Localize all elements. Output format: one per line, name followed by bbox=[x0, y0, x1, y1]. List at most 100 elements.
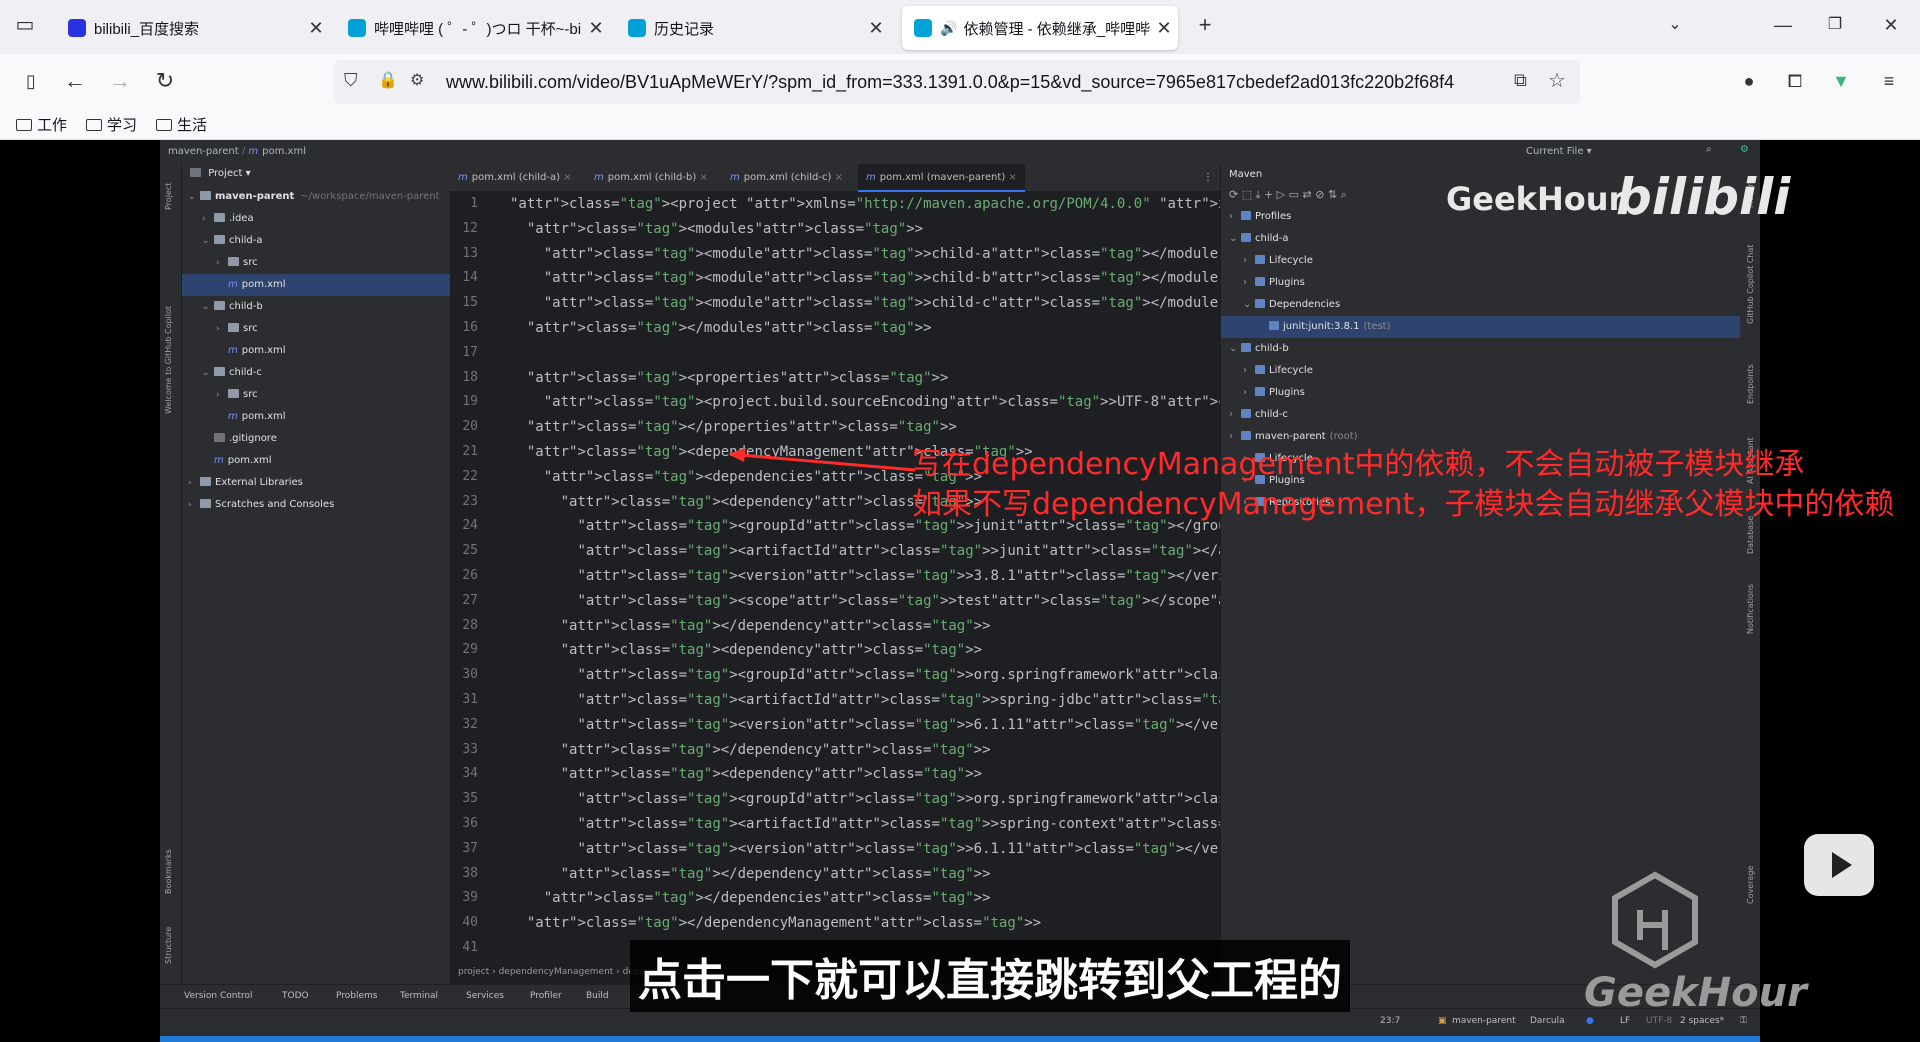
vue-devtools-icon[interactable]: ▼ bbox=[1826, 68, 1856, 94]
reload-button[interactable]: ↻ bbox=[150, 68, 180, 94]
maven-tree-item[interactable]: junit:junit:3.8.1 (test) bbox=[1221, 316, 1741, 338]
chevron-icon[interactable]: › bbox=[188, 472, 200, 494]
editor-tab-child-c[interactable]: m pom.xml (child-c) × bbox=[722, 164, 851, 192]
editor-tab-child-b[interactable]: m pom.xml (child-b) × bbox=[586, 164, 716, 192]
restore-button[interactable]: ❐ bbox=[1820, 12, 1850, 38]
status-theme[interactable]: Darcula bbox=[1530, 1016, 1565, 1026]
crumb[interactable]: project bbox=[458, 967, 489, 977]
crumb[interactable]: dependencyManagement bbox=[499, 967, 614, 977]
tab-list-chevron-icon[interactable]: ⌄ bbox=[1660, 12, 1690, 38]
maven-tree-item[interactable]: › child-c bbox=[1221, 404, 1741, 426]
shield-icon[interactable]: ⛉ bbox=[344, 70, 358, 91]
address-bar[interactable]: ⛉ 🔒 ⚙ www.bilibili.com/video/BV1uApMeWEr… bbox=[334, 60, 1580, 104]
chevron-icon[interactable]: › bbox=[1243, 272, 1255, 294]
chevron-icon[interactable]: › bbox=[216, 384, 228, 406]
chevron-icon[interactable]: ⌄ bbox=[1229, 338, 1241, 360]
bookmark-folder[interactable]: 工作 bbox=[16, 114, 67, 135]
tool-endpoints[interactable]: Endpoints bbox=[1746, 364, 1755, 404]
project-panel-title[interactable]: Project bbox=[208, 168, 242, 179]
chevron-icon[interactable]: › bbox=[216, 318, 228, 340]
close-window-button[interactable]: ✕ bbox=[1876, 12, 1906, 38]
maven-tree-item[interactable]: ⌄ Dependencies bbox=[1221, 294, 1741, 316]
profile-avatar-icon[interactable]: ● bbox=[1734, 68, 1764, 94]
tab-overview-icon[interactable]: ▭ bbox=[10, 12, 40, 38]
permissions-icon[interactable]: ⚙ bbox=[410, 70, 424, 90]
bookmark-folder[interactable]: 生活 bbox=[156, 114, 207, 135]
lock-icon[interactable]: ⚿ bbox=[1740, 1016, 1747, 1026]
chevron-icon[interactable]: ⌄ bbox=[1243, 294, 1255, 316]
tool-notifications[interactable]: Notifications bbox=[1746, 584, 1755, 634]
chevron-icon[interactable]: › bbox=[202, 208, 214, 230]
tool-todo[interactable]: TODO bbox=[282, 991, 309, 1001]
chevron-icon[interactable]: ⌄ bbox=[1229, 228, 1241, 250]
tool-copilot-chat[interactable]: GitHub Copilot Chat bbox=[1746, 244, 1755, 324]
chevron-icon[interactable]: › bbox=[1243, 382, 1255, 404]
tool-bookmarks[interactable]: Bookmarks bbox=[164, 849, 173, 894]
code-line[interactable]: "attr">class="tag"><properties"attr">cla… bbox=[510, 370, 949, 386]
settings-icon[interactable]: ⚙ bbox=[1740, 144, 1749, 155]
maven-tree-item[interactable]: ⌄ child-a bbox=[1221, 228, 1741, 250]
menu-icon[interactable]: ≡ bbox=[1874, 68, 1904, 94]
tool-build[interactable]: Build bbox=[586, 991, 609, 1001]
editor-tab-child-a[interactable]: m pom.xml (child-a) × bbox=[450, 164, 580, 192]
browser-tab-1[interactable]: 哔哩哔哩 ( ゜- ゜)つロ 干杯~-bili ✕ bbox=[336, 6, 610, 50]
code-line[interactable]: "attr">class="tag"><modules"attr">class=… bbox=[510, 221, 923, 237]
bookmark-star-icon[interactable]: ☆ bbox=[1548, 68, 1566, 93]
close-icon[interactable]: ✕ bbox=[582, 18, 610, 39]
close-icon[interactable]: ✕ bbox=[302, 18, 330, 39]
status-line-separator[interactable]: LF bbox=[1620, 1016, 1630, 1026]
maven-tree-item[interactable]: › Lifecycle bbox=[1221, 360, 1741, 382]
run-config-select[interactable]: Current File ▾ bbox=[1526, 146, 1592, 157]
code-line[interactable]: "attr">class="tag"></dependency"attr">cl… bbox=[510, 618, 991, 634]
code-line[interactable]: "attr">class="tag"></dependency"attr">cl… bbox=[510, 742, 991, 758]
sidebar-toggle-icon[interactable]: ▯ bbox=[16, 68, 46, 94]
search-icon[interactable]: ⌕ bbox=[1706, 144, 1712, 155]
code-line[interactable]: "attr">class="tag"><dependency"attr">cla… bbox=[510, 642, 983, 658]
tool-problems[interactable]: Problems bbox=[336, 991, 377, 1001]
chevron-icon[interactable]: ⌄ bbox=[188, 186, 200, 208]
chevron-icon[interactable]: › bbox=[1243, 250, 1255, 272]
tool-version-control[interactable]: Version Control bbox=[184, 991, 253, 1001]
code-line[interactable]: "attr">class="tag"></properties"attr">cl… bbox=[510, 419, 957, 435]
tool-profiler[interactable]: Profiler bbox=[530, 991, 562, 1001]
maven-tree-item[interactable]: › Plugins bbox=[1221, 382, 1741, 404]
browser-tab-2[interactable]: 历史记录 ✕ bbox=[616, 6, 890, 50]
play-button[interactable] bbox=[1804, 834, 1874, 896]
code-line[interactable]: "attr">class="tag"></dependency"attr">cl… bbox=[510, 866, 991, 882]
chevron-icon[interactable]: › bbox=[1229, 404, 1241, 426]
video-player[interactable]: maven-parent / m pom.xml Current File ▾ ⌕… bbox=[0, 140, 1920, 1042]
tool-structure[interactable]: Structure bbox=[164, 927, 173, 964]
code-line[interactable]: "attr">class="tag"></dependencyManagemen… bbox=[510, 915, 1041, 931]
status-caret-position[interactable]: 23:7 bbox=[1380, 1016, 1400, 1026]
editor-tab-maven-parent[interactable]: m pom.xml (maven-parent) × bbox=[858, 164, 1025, 192]
browser-tab-0[interactable]: bilibili_百度搜索 ✕ bbox=[56, 6, 330, 50]
url-text[interactable]: www.bilibili.com/video/BV1uApMeWErY/?spm… bbox=[446, 72, 1454, 93]
translate-icon[interactable]: ⧉ bbox=[1514, 70, 1527, 91]
status-encoding[interactable]: UTF-8 bbox=[1646, 1016, 1672, 1026]
chevron-icon[interactable]: › bbox=[1243, 360, 1255, 382]
extensions-icon[interactable]: ⧠ bbox=[1780, 68, 1810, 94]
back-button[interactable]: ← bbox=[60, 68, 90, 94]
status-module[interactable]: maven-parent bbox=[1452, 1016, 1516, 1026]
close-icon[interactable]: ✕ bbox=[1150, 18, 1178, 39]
close-icon[interactable]: ✕ bbox=[862, 18, 890, 39]
chevron-icon[interactable]: ⌄ bbox=[202, 362, 214, 384]
code-line[interactable]: "attr">class="tag"><dependency"attr">cla… bbox=[510, 766, 983, 782]
new-tab-button[interactable]: + bbox=[1190, 12, 1220, 38]
browser-tab-3[interactable]: 🔊 依赖管理 - 依赖继承_哔哩哔 ✕ bbox=[902, 6, 1178, 50]
editor-tabs-menu-icon[interactable]: ⋮ bbox=[1195, 164, 1221, 192]
tool-coverage[interactable]: Coverage bbox=[1746, 866, 1755, 904]
chevron-icon[interactable]: ⌄ bbox=[202, 230, 214, 252]
tool-terminal[interactable]: Terminal bbox=[400, 991, 438, 1001]
lock-icon[interactable]: 🔒 bbox=[378, 70, 398, 90]
minimize-button[interactable]: — bbox=[1768, 12, 1798, 38]
chevron-icon[interactable]: › bbox=[1229, 206, 1241, 228]
chevron-icon[interactable]: ⌄ bbox=[202, 296, 214, 318]
code-line[interactable]: "attr">class="tag"></dependencies"attr">… bbox=[510, 890, 991, 906]
bookmark-folder[interactable]: 学习 bbox=[86, 114, 137, 135]
chevron-icon[interactable]: › bbox=[188, 494, 200, 516]
speaker-icon[interactable]: 🔊 bbox=[940, 20, 957, 37]
forward-button[interactable]: → bbox=[105, 68, 135, 94]
tool-project[interactable]: Project bbox=[164, 183, 173, 210]
maven-tree-item[interactable]: › Lifecycle bbox=[1221, 250, 1741, 272]
